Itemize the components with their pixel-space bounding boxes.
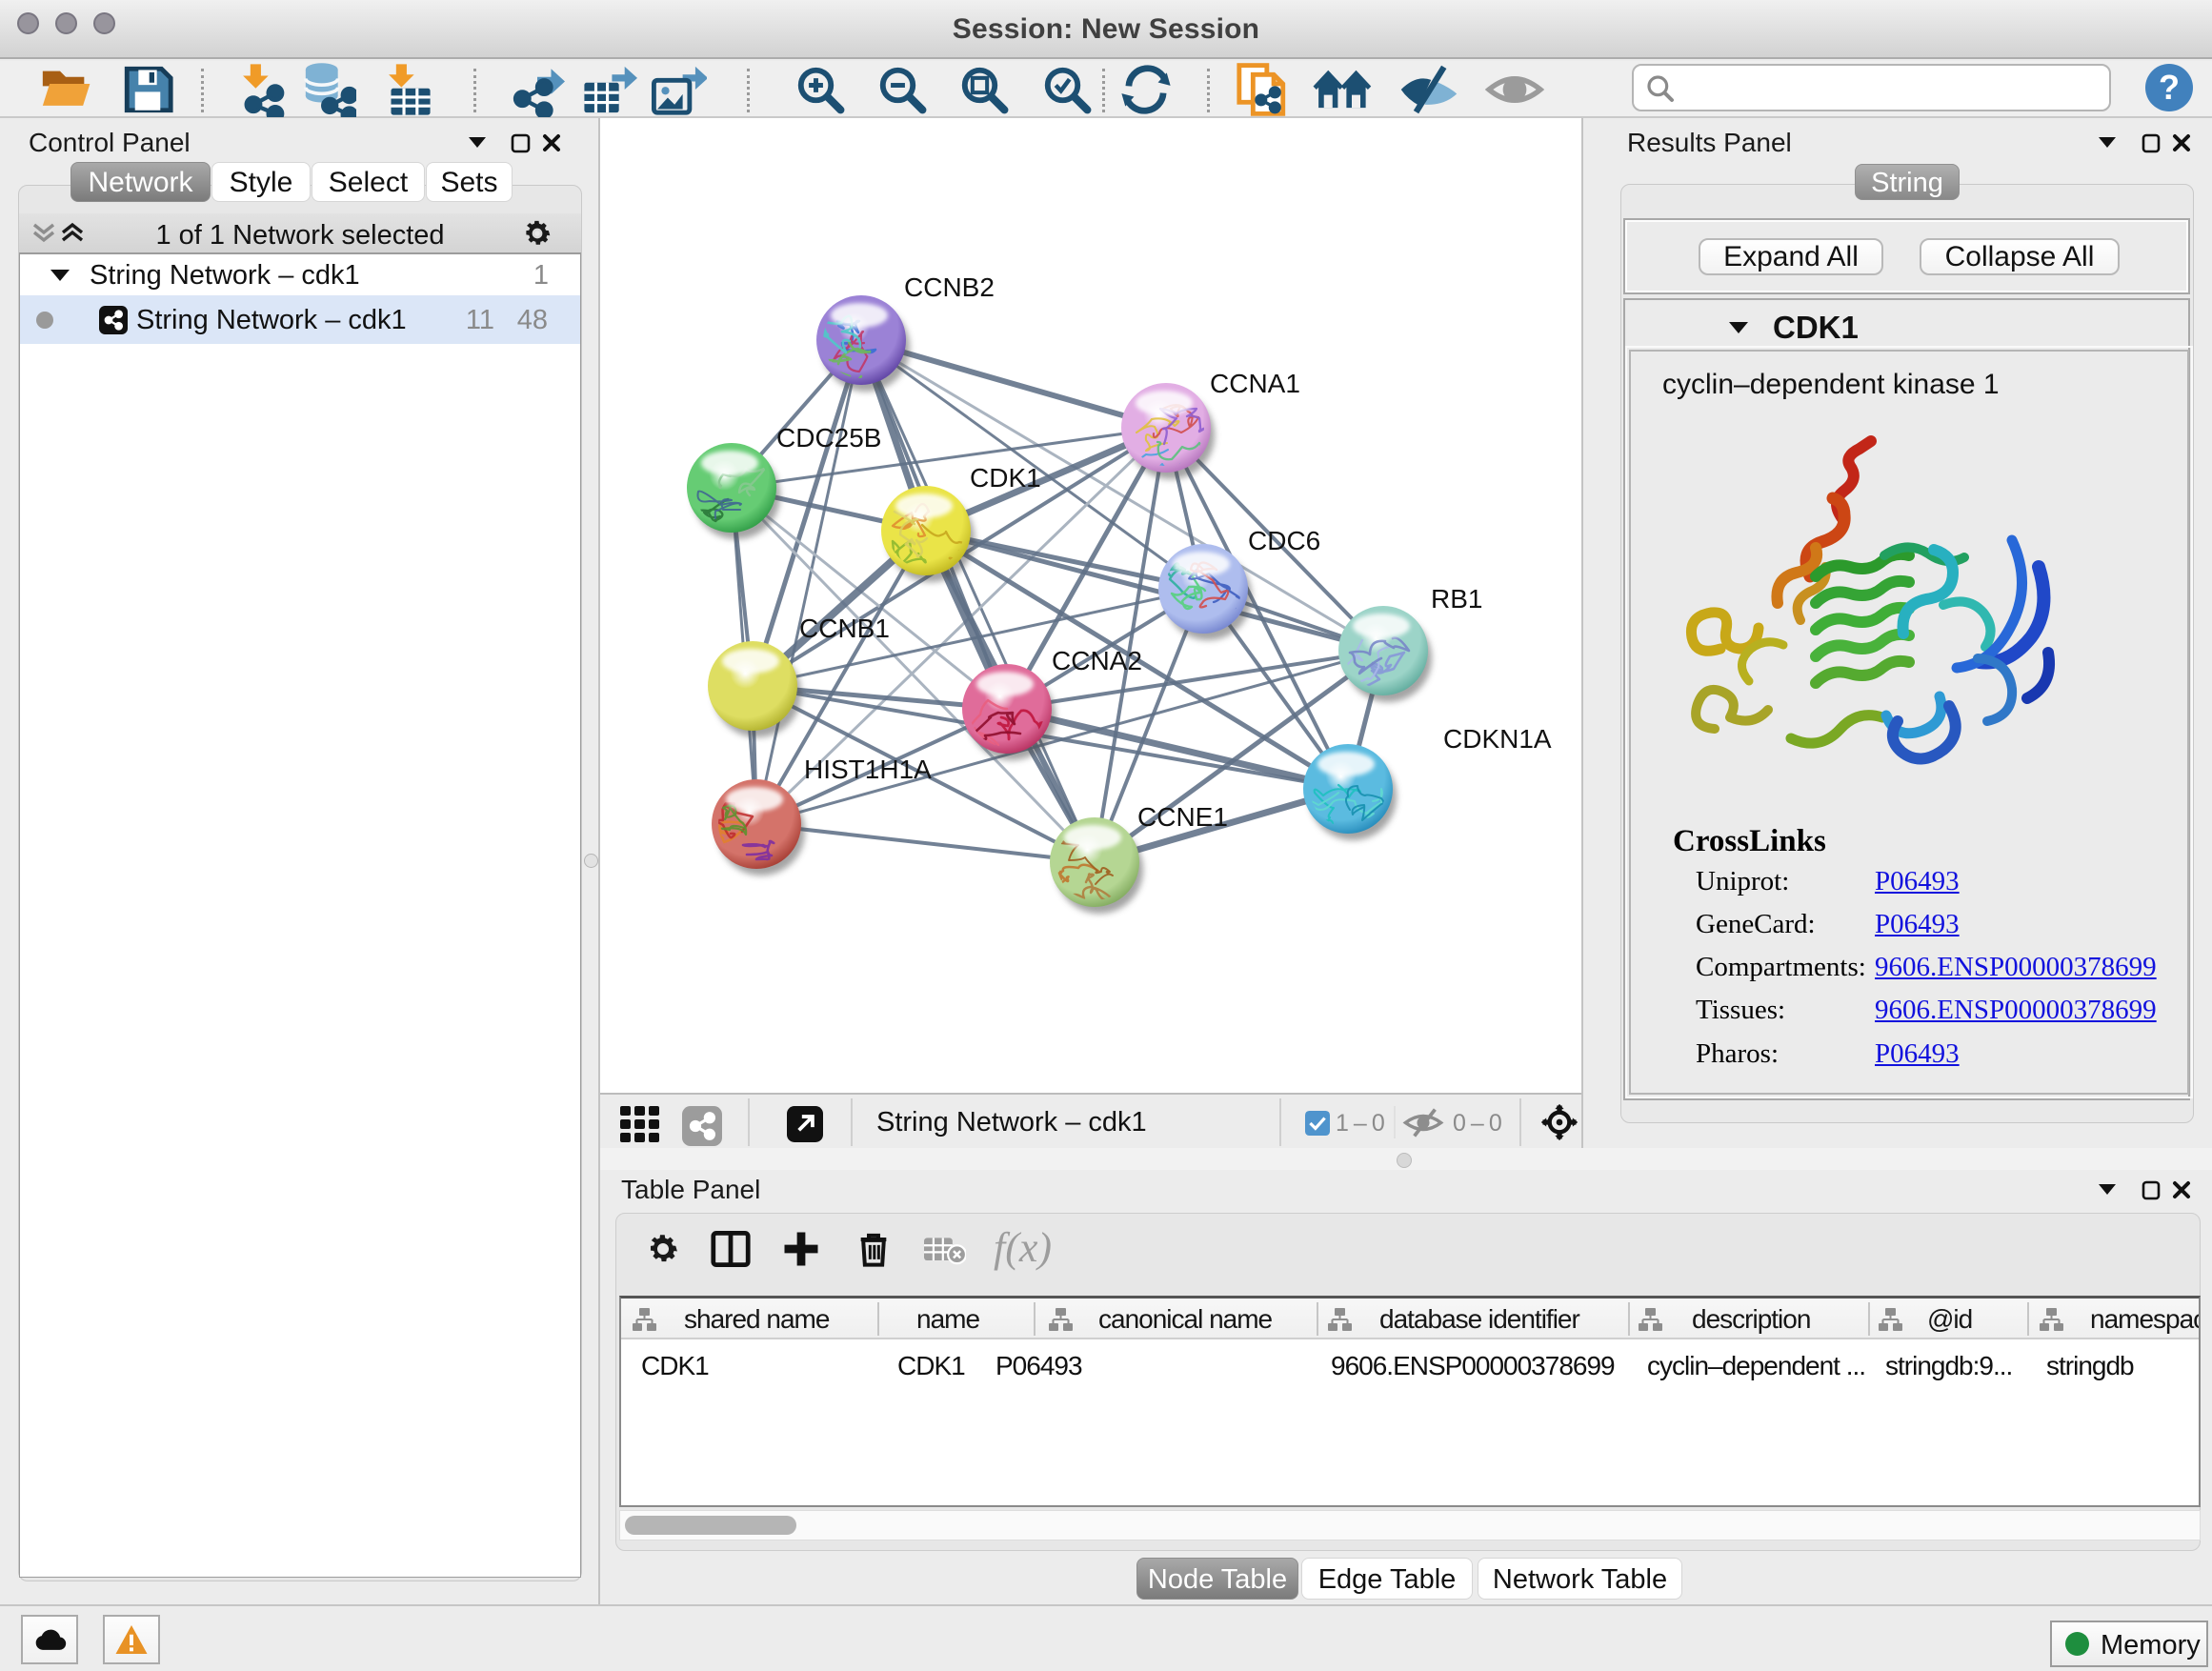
svg-text:CCNA1: CCNA1 <box>1210 369 1300 398</box>
svg-text:CDK1: CDK1 <box>970 463 1041 493</box>
svg-text:CDKN1A: CDKN1A <box>1443 724 1552 754</box>
svg-text:CCNA2: CCNA2 <box>1052 646 1142 675</box>
svg-text:CCNB2: CCNB2 <box>904 272 995 302</box>
svg-text:CDC25B: CDC25B <box>776 423 881 453</box>
svg-text:HIST1H1A: HIST1H1A <box>804 755 932 784</box>
svg-text:CCNB1: CCNB1 <box>799 614 890 643</box>
svg-text:RB1: RB1 <box>1431 584 1482 614</box>
svg-text:CCNE1: CCNE1 <box>1137 802 1228 832</box>
svg-text:CDC6: CDC6 <box>1248 526 1320 555</box>
